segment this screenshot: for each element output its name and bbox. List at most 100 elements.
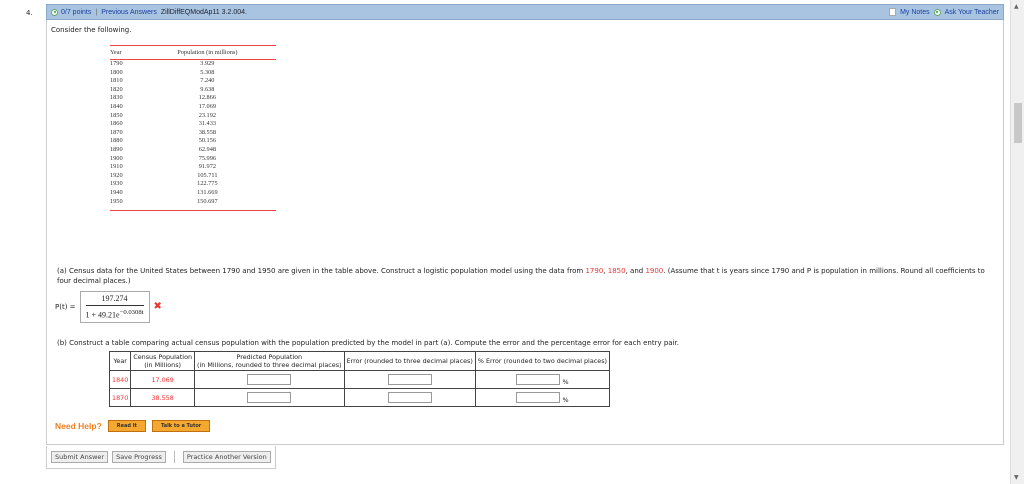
table-row: 1950 150.697	[110, 197, 276, 212]
table-row: 1890 62.948	[110, 146, 276, 155]
population-cell: 23.192	[198, 111, 217, 119]
population-cell: 3.929	[200, 60, 215, 67]
year-cell: 1830	[110, 94, 123, 102]
submit-answer-button[interactable]: Submit Answer	[51, 451, 109, 463]
year-cell: 1890	[110, 145, 123, 153]
pct-error-cell: %	[474, 388, 611, 407]
population-cell: 9.638	[200, 85, 215, 93]
year-cell: 1840	[108, 370, 132, 389]
population-cell: 38.558	[198, 128, 217, 136]
read-it-button[interactable]: Read It	[107, 420, 146, 432]
need-help: Need Help? Read It Talk to a Tutor	[55, 420, 211, 432]
table-row: 1880 50.156	[110, 137, 276, 146]
col-year: Year	[108, 351, 132, 371]
predicted-cell	[194, 370, 345, 389]
population-table: Year Population (in millions) 1790 3.929 18…	[110, 45, 276, 212]
need-help-label: Need Help?	[55, 421, 102, 431]
year-cell: 1920	[110, 171, 123, 179]
intro-text: Consider the following.	[51, 26, 132, 34]
table-row: 1940 131.669	[110, 189, 276, 198]
answer-box[interactable]: 197.274 1 + 49.21e−0.0308t	[79, 291, 150, 323]
error-cell	[343, 370, 476, 389]
error-input[interactable]	[387, 391, 432, 403]
year-cell: 1930	[110, 180, 123, 188]
numerator: 197.274	[85, 294, 144, 306]
pct-error-cell: %	[474, 370, 611, 389]
year-cell: 1940	[110, 188, 123, 196]
table-row: 1930 122.775	[110, 180, 276, 189]
pct-error-input[interactable]	[516, 373, 561, 385]
points: 0/7 points	[61, 8, 92, 16]
pct-error-input[interactable]	[516, 391, 561, 403]
table-row: 1840 17.069 %	[108, 370, 611, 389]
ask-icon	[933, 8, 941, 16]
separator: |	[95, 8, 98, 16]
notes-icon	[889, 8, 897, 16]
year-cell: 1950	[110, 197, 139, 212]
year-cell: 1840	[110, 102, 123, 110]
table-row: 1870 38.558	[110, 129, 276, 138]
talk-tutor-button[interactable]: Talk to a Tutor	[151, 420, 211, 432]
my-notes-link[interactable]: My Notes	[900, 9, 930, 16]
year-cell: 1800	[110, 68, 123, 76]
col-pct-error: % Error (rounded to two decimal places)	[474, 351, 611, 371]
table-row: 1790 3.929	[110, 60, 276, 69]
error-cell	[343, 388, 476, 407]
predicted-input[interactable]	[247, 391, 292, 403]
error-input[interactable]	[387, 373, 432, 385]
year-cell: 1880	[110, 137, 123, 145]
population-cell: 7.240	[200, 77, 215, 85]
question-header: 0/7 points | Previous Answers ZillDiffEQ…	[46, 4, 1004, 20]
census-cell: 17.069	[130, 370, 196, 389]
scrollbar-thumb[interactable]	[1014, 103, 1022, 143]
table-row: 1900 75.996	[110, 155, 276, 164]
population-cell: 50.156	[198, 137, 217, 145]
year-cell: 1860	[110, 120, 123, 128]
col-predicted: Predicted Population (in Millions, rounde…	[194, 351, 345, 371]
points-icon	[51, 8, 58, 16]
census-cell: 38.558	[130, 388, 196, 407]
population-cell: 150.697	[138, 197, 276, 212]
formula-label: P(t) =	[55, 302, 76, 311]
practice-another-button[interactable]: Practice Another Version	[182, 451, 271, 463]
year-cell: 1900	[110, 154, 123, 162]
answer-formula: P(t) = 197.274 1 + 49.21e−0.0308t ✖	[55, 291, 162, 323]
year-cell: 1820	[110, 85, 123, 93]
previous-answers-link[interactable]: Previous Answers	[101, 9, 157, 16]
population-cell: 17.069	[198, 102, 217, 110]
population-cell: 75.996	[198, 154, 217, 162]
scroll-down-icon[interactable]: ▼	[1014, 474, 1019, 481]
predicted-input[interactable]	[247, 373, 292, 385]
table-row: 1860 31.433	[110, 120, 276, 129]
population-cell: 122.775	[197, 180, 218, 188]
incorrect-icon: ✖	[153, 301, 162, 313]
table-row: 1840 17.069	[110, 103, 276, 112]
scrollbar[interactable]: ▲ ▼	[1010, 0, 1024, 484]
ask-teacher-link[interactable]: Ask Your Teacher	[945, 9, 999, 16]
year-cell: 1790	[110, 60, 123, 67]
population-cell: 62.948	[198, 145, 217, 153]
table-row: 1830 12.866	[110, 94, 276, 103]
col-error: Error (rounded to three decimal places)	[343, 351, 476, 371]
table-row: 1800 5.308	[110, 69, 276, 78]
year-cell: 1910	[110, 163, 123, 171]
divider	[173, 451, 175, 463]
footer-actions: Submit Answer Save Progress Practice Ano…	[46, 446, 276, 469]
percent-sign: %	[562, 377, 569, 386]
population-cell: 5.308	[200, 68, 215, 76]
col-population: Population (in millions)	[138, 45, 276, 60]
table-row: 1810 7.240	[110, 77, 276, 86]
table-row: 1820 9.638	[110, 86, 276, 95]
year-cell: 1870	[108, 388, 132, 407]
population-cell: 12.866	[198, 94, 217, 102]
save-progress-button[interactable]: Save Progress	[112, 451, 166, 463]
col-year: Year	[110, 45, 139, 60]
part-b-text: (b) Construct a table comparing actual c…	[57, 339, 679, 347]
predicted-cell	[194, 388, 345, 407]
scroll-up-icon[interactable]: ▲	[1014, 3, 1019, 10]
table-row: 1920 105.711	[110, 172, 276, 181]
year-cell: 1810	[110, 77, 123, 85]
question-code: ZillDiffEQModAp11 3.2.004.	[160, 8, 247, 16]
population-cell: 105.711	[197, 171, 218, 179]
percent-sign: %	[562, 395, 569, 404]
